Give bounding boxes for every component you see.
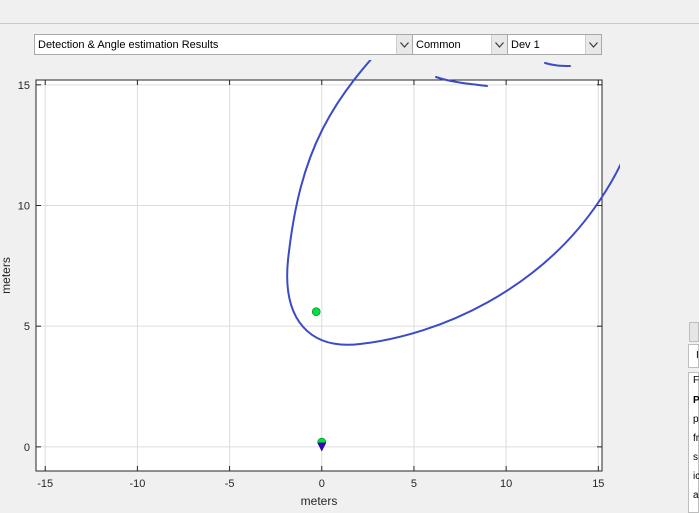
side-panel-cell: p [693, 414, 699, 425]
side-panel-cell: s [693, 452, 698, 463]
x-tick-label: -15 [37, 478, 53, 490]
y-tick-label: 15 [18, 80, 30, 92]
device-dropdown[interactable]: Dev 1 [507, 34, 602, 55]
y-tick-label: 10 [18, 201, 30, 213]
mode-dropdown[interactable]: Common [412, 34, 508, 55]
device-dropdown-value: Dev 1 [511, 38, 540, 51]
x-tick-label: -5 [225, 478, 235, 490]
side-panel-cell: fr [693, 433, 699, 444]
x-tick-label: 15 [592, 478, 604, 490]
side-panel-header: I [688, 344, 699, 368]
x-tick-label: 0 [319, 478, 325, 490]
side-panel-tab-label: I [696, 350, 699, 361]
x-tick-label: -10 [129, 478, 145, 490]
x-axis-label: meters [301, 494, 338, 508]
y-tick-label: 5 [24, 321, 30, 333]
view-dropdown[interactable]: Detection & Angle estimation Results [34, 34, 413, 55]
detection-plot[interactable]: -15 -10 -5 0 5 10 15 0 5 10 15 meters meters [0, 60, 620, 513]
side-panel-header-label: F [693, 375, 699, 386]
data-point [311, 307, 321, 317]
ink-annotation-stroke [544, 62, 571, 67]
chevron-down-icon[interactable] [491, 35, 507, 54]
side-panel-cell: a [693, 490, 699, 501]
side-panel-cell: ic [693, 471, 699, 482]
chevron-down-icon[interactable] [585, 35, 601, 54]
window-toolbar [0, 0, 699, 24]
mode-dropdown-value: Common [416, 38, 461, 51]
y-axis-label: meters [0, 257, 13, 294]
side-panel-cell: P [693, 395, 699, 406]
view-dropdown-value: Detection & Angle estimation Results [38, 38, 219, 51]
side-panel-tab[interactable] [689, 322, 699, 342]
y-tick-label: 0 [24, 442, 30, 454]
x-tick-label: 10 [500, 478, 512, 490]
x-tick-label: 5 [411, 478, 417, 490]
chevron-down-icon[interactable] [396, 35, 412, 54]
